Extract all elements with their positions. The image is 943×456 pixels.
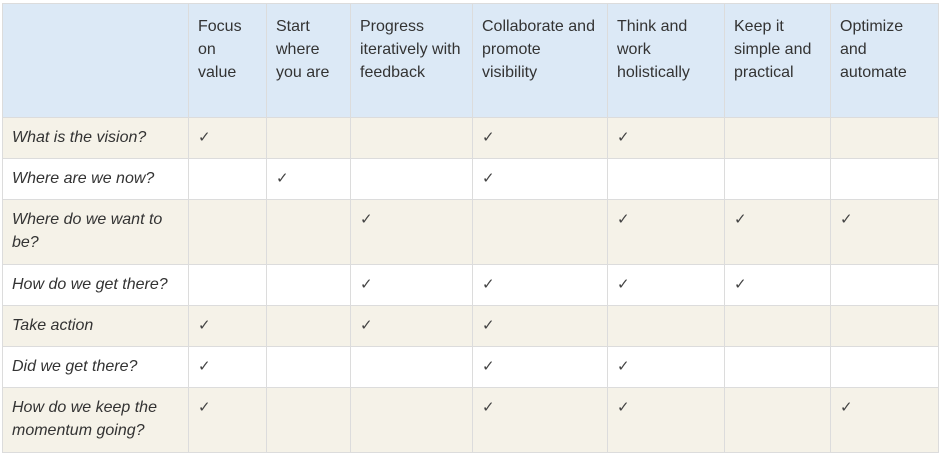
check-mark-icon: ✓ xyxy=(482,316,495,334)
header-corner-cell xyxy=(2,3,189,118)
check-mark-icon: ✓ xyxy=(617,128,630,146)
check-mark-icon: ✓ xyxy=(617,210,630,228)
matrix-cell xyxy=(266,117,351,159)
matrix-cell xyxy=(188,158,267,200)
row-question: Where do we want to be? xyxy=(2,199,189,265)
check-mark-icon: ✓ xyxy=(840,210,853,228)
header-row: Focus on value Start where you are Progr… xyxy=(2,3,939,118)
row-question: How do we get there? xyxy=(2,264,189,306)
matrix-cell xyxy=(266,199,351,265)
check-mark-icon: ✓ xyxy=(482,275,495,293)
matrix-table-container: Focus on value Start where you are Progr… xyxy=(2,3,939,453)
matrix-cell xyxy=(607,305,725,347)
table-row: Take action ✓ ✓ ✓ xyxy=(2,305,939,347)
table-row: Where are we now? ✓ ✓ xyxy=(2,158,939,200)
header-focus-on-value: Focus on value xyxy=(188,3,267,118)
check-mark-icon: ✓ xyxy=(360,210,373,228)
header-keep-simple-practical: Keep it simple and practical xyxy=(724,3,831,118)
header-think-work-holistically: Think and work holistically xyxy=(607,3,725,118)
matrix-cell: ✓ xyxy=(188,117,267,159)
row-question: How do we keep the momentum going? xyxy=(2,387,189,453)
check-mark-icon: ✓ xyxy=(840,398,853,416)
matrix-cell: ✓ xyxy=(830,387,939,453)
matrix-cell xyxy=(724,305,831,347)
matrix-cell xyxy=(724,117,831,159)
matrix-cell: ✓ xyxy=(350,305,473,347)
matrix-cell: ✓ xyxy=(830,199,939,265)
matrix-cell: ✓ xyxy=(607,346,725,388)
matrix-cell xyxy=(188,199,267,265)
check-mark-icon: ✓ xyxy=(617,398,630,416)
matrix-cell: ✓ xyxy=(607,264,725,306)
header-start-where-you-are: Start where you are xyxy=(266,3,351,118)
check-mark-icon: ✓ xyxy=(360,275,373,293)
matrix-cell: ✓ xyxy=(188,387,267,453)
header-collaborate-promote-visibility: Collaborate and promote visibility xyxy=(472,3,608,118)
row-question: Did we get there? xyxy=(2,346,189,388)
check-mark-icon: ✓ xyxy=(482,357,495,375)
matrix-cell: ✓ xyxy=(188,305,267,347)
matrix-cell: ✓ xyxy=(350,199,473,265)
check-mark-icon: ✓ xyxy=(198,357,211,375)
matrix-cell: ✓ xyxy=(266,158,351,200)
header-optimize-automate: Optimize and automate xyxy=(830,3,939,118)
row-question: What is the vision? xyxy=(2,117,189,159)
check-mark-icon: ✓ xyxy=(617,357,630,375)
matrix-cell: ✓ xyxy=(472,158,608,200)
matrix-cell xyxy=(350,346,473,388)
matrix-cell: ✓ xyxy=(472,346,608,388)
row-question: Take action xyxy=(2,305,189,347)
matrix-cell xyxy=(266,346,351,388)
matrix-cell: ✓ xyxy=(607,117,725,159)
matrix-cell xyxy=(830,158,939,200)
check-mark-icon: ✓ xyxy=(734,275,747,293)
check-mark-icon: ✓ xyxy=(276,169,289,187)
principles-matrix-table: Focus on value Start where you are Progr… xyxy=(2,3,939,453)
matrix-cell xyxy=(472,199,608,265)
matrix-cell xyxy=(350,158,473,200)
matrix-cell xyxy=(830,305,939,347)
row-question: Where are we now? xyxy=(2,158,189,200)
matrix-cell xyxy=(350,117,473,159)
matrix-cell: ✓ xyxy=(188,346,267,388)
matrix-cell xyxy=(607,158,725,200)
check-mark-icon: ✓ xyxy=(198,398,211,416)
matrix-cell: ✓ xyxy=(472,117,608,159)
matrix-cell xyxy=(350,387,473,453)
table-row: What is the vision? ✓ ✓ ✓ xyxy=(2,117,939,159)
matrix-cell: ✓ xyxy=(472,387,608,453)
matrix-cell xyxy=(830,117,939,159)
matrix-cell xyxy=(830,346,939,388)
matrix-cell xyxy=(266,305,351,347)
matrix-cell: ✓ xyxy=(724,199,831,265)
table-row: Did we get there? ✓ ✓ ✓ xyxy=(2,346,939,388)
matrix-cell xyxy=(724,387,831,453)
table-row: Where do we want to be? ✓ ✓ ✓ ✓ xyxy=(2,199,939,265)
check-mark-icon: ✓ xyxy=(734,210,747,228)
check-mark-icon: ✓ xyxy=(482,128,495,146)
matrix-cell: ✓ xyxy=(724,264,831,306)
matrix-cell: ✓ xyxy=(472,305,608,347)
matrix-cell xyxy=(266,387,351,453)
matrix-cell: ✓ xyxy=(607,387,725,453)
matrix-cell xyxy=(830,264,939,306)
matrix-cell xyxy=(188,264,267,306)
check-mark-icon: ✓ xyxy=(198,128,211,146)
check-mark-icon: ✓ xyxy=(360,316,373,334)
matrix-cell xyxy=(724,158,831,200)
matrix-cell xyxy=(724,346,831,388)
check-mark-icon: ✓ xyxy=(617,275,630,293)
table-row: How do we keep the momentum going? ✓ ✓ ✓ ✓ xyxy=(2,387,939,453)
matrix-cell: ✓ xyxy=(472,264,608,306)
matrix-cell: ✓ xyxy=(350,264,473,306)
check-mark-icon: ✓ xyxy=(198,316,211,334)
table-row: How do we get there? ✓ ✓ ✓ ✓ xyxy=(2,264,939,306)
header-progress-iteratively: Progress iteratively with feedback xyxy=(350,3,473,118)
matrix-cell xyxy=(266,264,351,306)
check-mark-icon: ✓ xyxy=(482,398,495,416)
matrix-cell: ✓ xyxy=(607,199,725,265)
matrix-body: What is the vision? ✓ ✓ ✓ Where are we now? ✓… xyxy=(2,117,939,453)
check-mark-icon: ✓ xyxy=(482,169,495,187)
